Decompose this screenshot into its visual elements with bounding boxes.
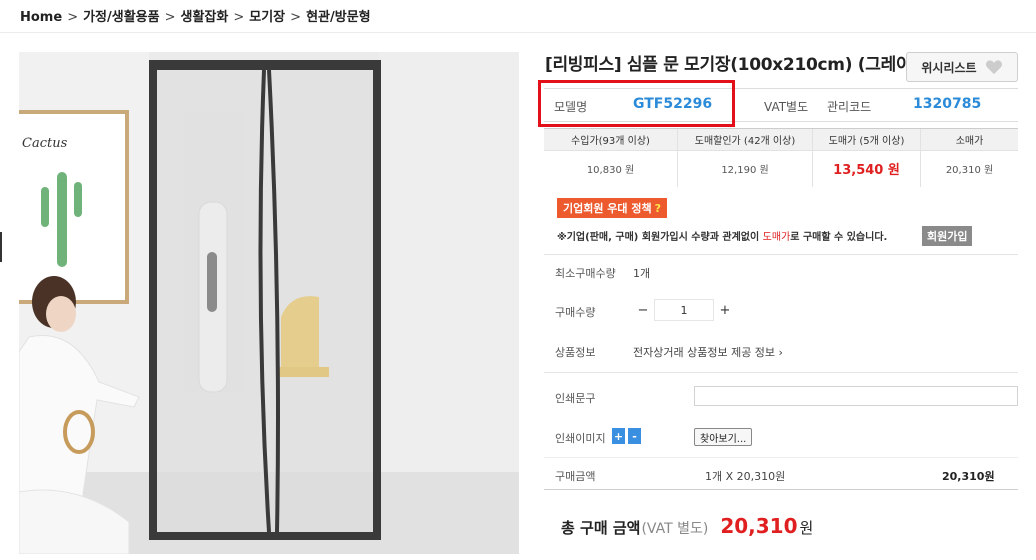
total-unit: 원: [799, 519, 814, 537]
divider: [544, 372, 1018, 373]
price-table: 수입가(93개 이상) 10,830 원 도매할인가 (42개 이상) 12,1…: [544, 128, 1018, 187]
wishlist-label: 위시리스트: [921, 60, 977, 75]
qty-plus-button[interactable]: +: [714, 299, 736, 321]
total-vat-note: (VAT 별도): [641, 521, 709, 537]
qty-minus-button[interactable]: −: [632, 299, 654, 321]
code-label: 관리코드: [827, 100, 872, 114]
amount-value: 20,310원: [942, 470, 995, 483]
remove-image-button[interactable]: -: [628, 428, 641, 444]
quantity-stepper: − +: [632, 298, 740, 322]
browse-file-button[interactable]: 찾아보기...: [694, 428, 753, 446]
price-column-import: 수입가(93개 이상) 10,830 원: [544, 129, 678, 187]
breadcrumb-household[interactable]: 가정/생활용품: [83, 10, 160, 25]
price-column-wholesale: 도매가 (5개 이상) 13,540 원: [813, 129, 921, 187]
price-value: 12,190 원: [721, 165, 769, 176]
product-photo-illustration: Cactus: [19, 52, 519, 554]
breadcrumb-separator: >: [233, 10, 245, 25]
breadcrumb-separator: >: [164, 10, 176, 25]
divider: [544, 457, 1018, 458]
price-header: 소매가: [921, 129, 1018, 151]
amount-label: 구매금액: [555, 470, 596, 483]
price-column-retail: 소매가 20,310 원: [921, 129, 1018, 187]
breadcrumb: Home > 가정/생활용품 > 생활잡화 > 모기장 > 현관/방문형: [20, 6, 371, 25]
price-value: 13,540 원: [833, 163, 900, 178]
total-label: 총 구매 금액: [561, 519, 641, 537]
total-value: 20,310: [720, 514, 798, 538]
scroll-marker: [0, 232, 2, 262]
poster-text: Cactus: [22, 136, 68, 151]
model-highlight-box: [538, 80, 735, 127]
vat-label: VAT별도: [764, 100, 809, 114]
wishlist-button[interactable]: 위시리스트: [906, 52, 1018, 82]
price-value: 20,310 원: [945, 165, 994, 176]
amount-calculation: 1개 X 20,310원: [705, 470, 786, 483]
total-amount: 총 구매 금액 (VAT 별도) 20,310 원: [561, 514, 813, 538]
heart-icon: [985, 60, 1002, 75]
breadcrumb-door-type[interactable]: 현관/방문형: [306, 10, 371, 25]
product-info-link[interactable]: 전자상거래 상품정보 제공 정보 ›: [633, 344, 783, 360]
business-note-prefix: ※기업(판매, 구매) 회원가입시 수량과 관계없이: [557, 232, 763, 243]
header-divider: [0, 32, 1036, 33]
question-icon: ?: [654, 201, 662, 215]
min-qty-label: 최소구매수량: [555, 267, 616, 280]
breadcrumb-goods[interactable]: 생활잡화: [181, 10, 229, 25]
print-text-label: 인쇄문구: [555, 392, 596, 405]
print-image-label: 인쇄이미지: [555, 432, 606, 445]
breadcrumb-mosquito-net[interactable]: 모기장: [249, 10, 285, 25]
min-qty-value: 1개: [633, 267, 651, 280]
product-image[interactable]: Cactus: [19, 52, 519, 554]
price-header: 도매가 (5개 이상): [813, 129, 920, 151]
qty-input[interactable]: [654, 299, 714, 321]
breadcrumb-separator: >: [67, 10, 79, 25]
business-note-suffix: 로 구매할 수 있습니다.: [790, 232, 888, 243]
divider: [544, 489, 1018, 490]
price-value: 10,830 원: [586, 165, 635, 176]
business-note-highlight: 도매가: [762, 232, 791, 243]
price-header: 도매할인가 (42개 이상): [678, 129, 812, 151]
signup-button[interactable]: 회원가입: [922, 226, 973, 246]
breadcrumb-separator: >: [290, 10, 302, 25]
price-header: 수입가(93개 이상): [544, 129, 677, 151]
add-image-button[interactable]: +: [612, 428, 625, 444]
product-info-label: 상품정보: [555, 346, 596, 359]
business-policy-label: 기업회원 우대 정책: [563, 202, 652, 215]
breadcrumb-home[interactable]: Home: [20, 10, 62, 25]
business-policy-badge[interactable]: 기업회원 우대 정책?: [557, 198, 668, 218]
qty-label: 구매수량: [555, 306, 596, 319]
product-title: [리빙피스] 심플 문 모기장(100x210cm) (그레이): [545, 55, 919, 75]
divider: [544, 254, 1018, 255]
business-note: ※기업(판매, 구매) 회원가입시 수량과 관계없이 도매가로 구매할 수 있습…: [557, 228, 887, 243]
print-text-input[interactable]: [694, 386, 1018, 406]
price-column-wholesale-discount: 도매할인가 (42개 이상) 12,190 원: [678, 129, 813, 187]
management-code: 1320785: [913, 96, 982, 112]
